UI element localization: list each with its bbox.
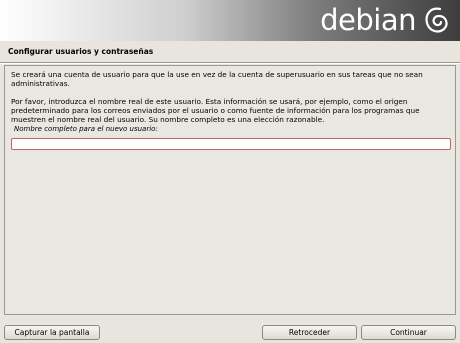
content-panel: Se creará una cuenta de usuario para que…: [4, 65, 456, 315]
debian-banner: debian: [0, 0, 460, 41]
step-title: Configurar usuarios y contraseñas: [8, 47, 154, 56]
debian-swirl-icon: [425, 7, 448, 33]
debian-logo-text: debian: [320, 3, 416, 37]
instructions-paragraph: Por favor, introduzca el nombre real de …: [11, 97, 420, 124]
screenshot-button[interactable]: Capturar la pantalla: [4, 325, 100, 340]
title-divider: [0, 62, 460, 64]
full-name-input[interactable]: [11, 138, 451, 150]
back-button[interactable]: Retroceder: [262, 325, 357, 340]
full-name-label: Nombre completo para el nuevo usuario:: [14, 125, 158, 133]
intro-paragraph: Se creará una cuenta de usuario para que…: [11, 70, 423, 88]
continue-button[interactable]: Continuar: [361, 325, 456, 340]
